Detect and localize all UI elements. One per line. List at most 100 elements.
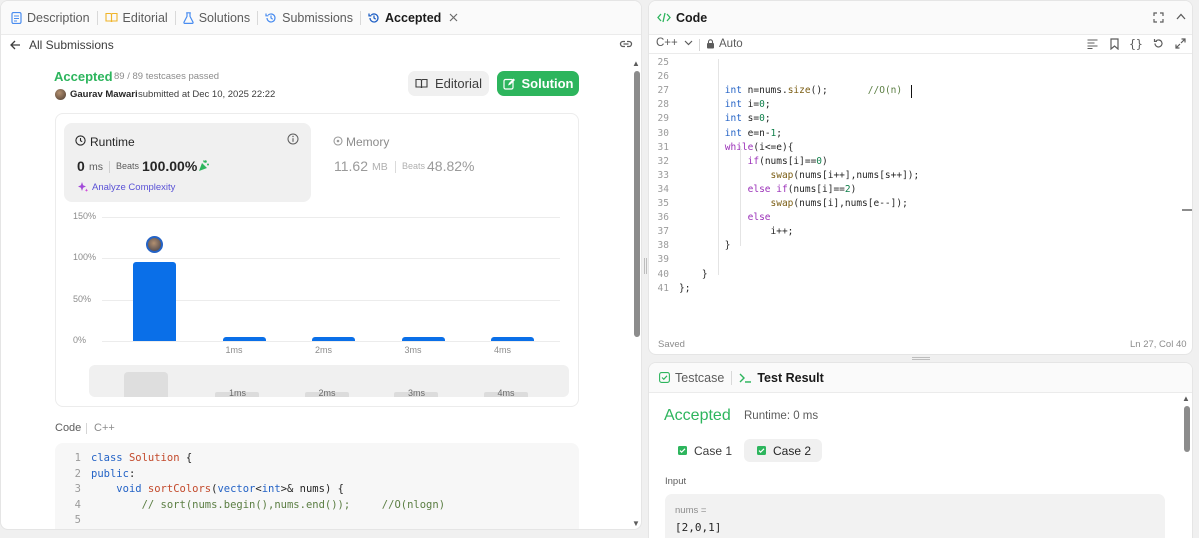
- chart-bar-2ms[interactable]: [312, 337, 355, 341]
- line-number: 30: [657, 127, 669, 139]
- code-section-language: C++: [94, 422, 115, 434]
- scrollbar-thumb[interactable]: [634, 71, 640, 337]
- tab-test-result[interactable]: Test Result: [732, 363, 830, 393]
- book-icon: [415, 78, 428, 89]
- line-number: 33: [657, 169, 669, 181]
- code-token: sortColors: [147, 483, 212, 495]
- vertical-resize-handle[interactable]: [644, 258, 647, 274]
- bookmark-icon[interactable]: [1110, 38, 1119, 50]
- line-number: 5: [74, 514, 81, 526]
- line-number: 32: [657, 155, 669, 167]
- code-token: e=n-: [747, 127, 771, 139]
- line-number: 34: [657, 183, 669, 195]
- fullscreen-icon[interactable]: [1175, 38, 1186, 49]
- cursor-position: Ln 27, Col 40: [1130, 339, 1187, 350]
- left-panel: Description Editorial Solutions Submissi…: [0, 0, 642, 530]
- code-token: }: [724, 240, 731, 252]
- toolbar-divider: [699, 39, 700, 51]
- code-token: int: [261, 483, 281, 495]
- check-square-icon: [757, 446, 766, 455]
- scroll-up-icon[interactable]: ▲: [632, 59, 640, 68]
- code-token: i=: [747, 99, 760, 111]
- submitted-code-block: 1 class Solution {2 public: 3 void sortColo…: [55, 443, 579, 529]
- all-submissions-link[interactable]: All Submissions: [10, 38, 114, 52]
- runtime-label: Runtime: [90, 135, 135, 149]
- language-select[interactable]: C++: [656, 37, 693, 49]
- runtime-unit: ms: [89, 161, 103, 173]
- code-token: int: [724, 127, 748, 139]
- input-box: [665, 494, 1165, 538]
- tab-submissions-label: Submissions: [282, 10, 354, 25]
- code-token: s=: [747, 113, 760, 125]
- reset-icon[interactable]: [1153, 38, 1164, 49]
- code-token: i++;: [770, 226, 794, 238]
- line-number: 25: [657, 57, 669, 68]
- chart-bar-4ms[interactable]: [491, 337, 534, 341]
- case-1-tab[interactable]: Case 1: [669, 439, 741, 462]
- code-line: 35 swap(nums[i],nums[e--]);: [649, 197, 908, 211]
- code-token: Solution: [128, 452, 186, 464]
- code-line: 36 else: [649, 211, 771, 225]
- editorial-button[interactable]: Editorial: [408, 71, 489, 96]
- braces-icon[interactable]: {}: [1129, 37, 1143, 51]
- tab-accepted[interactable]: Accepted: [361, 1, 465, 35]
- avatar[interactable]: [55, 89, 66, 100]
- chart-bar-1ms[interactable]: [222, 337, 266, 341]
- code-line: 32 if(nums[i]==0): [649, 155, 828, 169]
- editor-tab-bar: Code: [649, 1, 1192, 35]
- code-token: public: [91, 467, 129, 480]
- line-number: 36: [657, 212, 669, 224]
- clock-icon: [75, 135, 86, 146]
- chart-bar-0ms[interactable]: [133, 262, 176, 341]
- code-token: ;: [764, 99, 771, 111]
- scroll-down-icon[interactable]: ▼: [632, 519, 640, 528]
- sparkle-icon: [77, 181, 89, 193]
- chart-bar-3ms[interactable]: [401, 337, 445, 341]
- code-token: else if: [747, 183, 788, 195]
- scrollbar-thumb[interactable]: [1184, 406, 1190, 452]
- left-scrollbar[interactable]: ▲ ▼: [632, 59, 641, 529]
- code-line: 28 int i=0;: [649, 98, 771, 112]
- scroll-up-icon[interactable]: ▲: [1182, 394, 1190, 403]
- info-icon[interactable]: [287, 133, 299, 145]
- testcases-passed: 89 / 89 testcases passed: [114, 71, 220, 82]
- code-line: 29 int s=0;: [649, 112, 771, 126]
- code-token: ): [822, 155, 828, 167]
- flask-icon: [183, 11, 194, 24]
- tab-editorial[interactable]: Editorial: [98, 1, 175, 35]
- analyze-complexity-link[interactable]: Analyze Complexity: [92, 182, 175, 193]
- solution-button[interactable]: Solution: [497, 71, 579, 96]
- close-icon[interactable]: [449, 13, 458, 22]
- case-2-label: Case 2: [773, 443, 812, 458]
- format-icon[interactable]: [1087, 39, 1098, 49]
- memory-icon: [333, 136, 343, 146]
- range-slider-handle[interactable]: [124, 372, 168, 397]
- document-icon: [11, 11, 22, 24]
- code-token: else: [747, 212, 771, 224]
- runtime-value: 0: [77, 158, 85, 174]
- result-scrollbar[interactable]: ▲: [1182, 393, 1192, 538]
- code-line: 4 // sort(nums.begin(),nums.end()); //O(…: [55, 498, 445, 514]
- chevron-down-icon: [684, 40, 693, 46]
- code-editor[interactable]: 25 26 27 int n=nums.size(); //O(n) 28 int i…: [649, 56, 1179, 301]
- tab-testcase[interactable]: Testcase: [649, 363, 731, 393]
- code-line: 37 i++;: [649, 225, 794, 239]
- code-token: int: [724, 99, 748, 111]
- horizontal-resize-handle[interactable]: [912, 357, 930, 360]
- maximize-icon[interactable]: [1153, 12, 1164, 23]
- terminal-icon: [739, 373, 752, 383]
- chevron-up-icon[interactable]: [1176, 13, 1186, 20]
- code-line: 31 while(i<=e){: [649, 141, 794, 155]
- submission-status: Accepted: [54, 69, 113, 84]
- tab-solutions[interactable]: Solutions: [176, 1, 257, 35]
- case-2-tab[interactable]: Case 2: [744, 439, 823, 462]
- tab-code[interactable]: Code: [649, 1, 714, 35]
- code-token: swap: [770, 169, 794, 181]
- tab-description[interactable]: Description: [1, 1, 97, 35]
- username[interactable]: Gaurav Mawari: [70, 89, 138, 100]
- link-icon[interactable]: [619, 38, 633, 50]
- tab-submissions[interactable]: Submissions: [258, 1, 360, 35]
- auto-mode[interactable]: Auto: [719, 38, 743, 50]
